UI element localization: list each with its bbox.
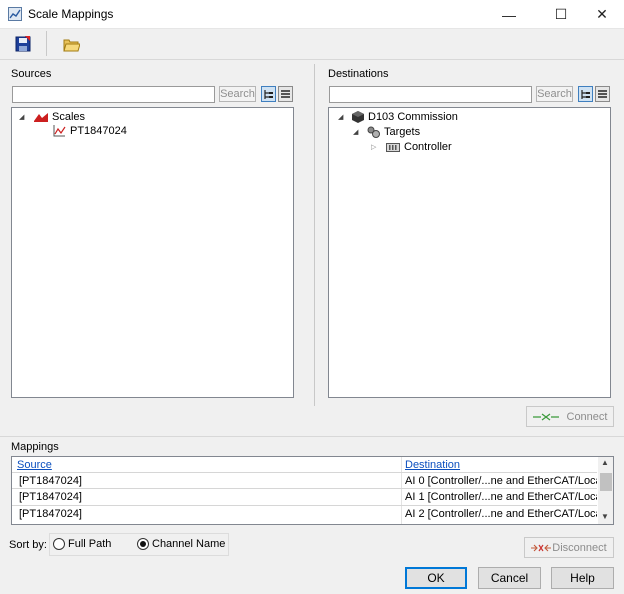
- destinations-search-input[interactable]: [329, 86, 532, 103]
- connect-icon: [532, 413, 559, 420]
- sort-by-label: Sort by:: [9, 539, 47, 551]
- sources-label: Sources: [11, 68, 52, 80]
- controller-icon: [386, 142, 400, 152]
- maximize-icon: ☐: [554, 6, 568, 22]
- scroll-up-icon[interactable]: ▲: [601, 458, 609, 467]
- sort-full-path-radio[interactable]: Full Path: [53, 538, 111, 550]
- close-button[interactable]: ✕: [579, 0, 624, 29]
- tree-view-icon: [581, 89, 590, 99]
- tree-node-label: Targets: [384, 126, 421, 138]
- row-separator: [12, 505, 597, 506]
- expanded-arrow-icon: ◢: [19, 114, 25, 121]
- scale-curve-icon: [53, 125, 66, 137]
- mappings-label: Mappings: [11, 441, 59, 453]
- tree-node-pt1847024[interactable]: PT1847024: [53, 125, 127, 137]
- destinations-search-button[interactable]: Search: [536, 86, 573, 102]
- minimize-icon: —: [502, 6, 516, 23]
- panel-splitter[interactable]: [314, 64, 315, 406]
- tree-view-icon: [264, 89, 273, 99]
- window-title: Scale Mappings: [28, 7, 114, 21]
- scrollbar-thumb[interactable]: [600, 473, 612, 491]
- scroll-down-icon[interactable]: ▼: [601, 512, 609, 521]
- sources-tree-view-button[interactable]: [261, 86, 276, 102]
- disconnect-button[interactable]: Disconnect: [524, 537, 614, 558]
- sources-tree[interactable]: [11, 107, 294, 398]
- scales-icon: [34, 112, 48, 122]
- header-separator: [12, 472, 597, 473]
- tree-node-label: Scales: [52, 111, 86, 123]
- open-folder-icon: [62, 39, 80, 51]
- tree-node-label: Controller: [404, 141, 452, 153]
- expanded-arrow-icon: ◢: [353, 129, 359, 136]
- save-button[interactable]: [12, 33, 34, 55]
- mapping-row-destination[interactable]: AI 0 [Controller/...ne and EtherCAT/Loca: [405, 475, 597, 487]
- list-view-icon: [281, 89, 290, 98]
- system-cube-icon: [352, 111, 364, 123]
- sources-list-view-button[interactable]: [278, 86, 293, 102]
- disconnect-icon: [531, 544, 552, 551]
- cancel-button[interactable]: Cancel: [478, 567, 541, 589]
- destinations-tree-view-button[interactable]: [578, 86, 593, 102]
- ok-button[interactable]: OK: [405, 567, 467, 589]
- toolbar-divider: [0, 59, 624, 60]
- open-button[interactable]: [60, 33, 82, 55]
- mapping-row-source[interactable]: [PT1847024]: [19, 491, 389, 503]
- mapping-row-source[interactable]: [PT1847024]: [19, 475, 389, 487]
- destinations-list-view-button[interactable]: [595, 86, 610, 102]
- connect-button[interactable]: Connect: [526, 406, 614, 427]
- help-button[interactable]: Help: [551, 567, 614, 589]
- targets-icon: [367, 126, 380, 138]
- tree-node-controller[interactable]: ▷ Controller: [371, 141, 452, 153]
- mapping-row-destination[interactable]: AI 2 [Controller/...ne and EtherCAT/Loca: [405, 508, 597, 520]
- destinations-label: Destinations: [328, 68, 389, 80]
- minimize-button[interactable]: —: [486, 0, 532, 29]
- list-view-icon: [598, 89, 607, 98]
- radio-selected-icon: [137, 538, 149, 550]
- row-separator: [12, 488, 597, 489]
- tree-node-label: D103 Commission: [368, 111, 458, 123]
- mapping-row-destination[interactable]: AI 1 [Controller/...ne and EtherCAT/Loca: [405, 491, 597, 503]
- sources-search-button[interactable]: Search: [219, 86, 256, 102]
- maximize-button[interactable]: ☐: [538, 0, 584, 29]
- tree-node-label: PT1847024: [70, 125, 127, 137]
- sources-search-input[interactable]: [12, 86, 215, 103]
- tree-node-d103-commission[interactable]: ◢ D103 Commission: [338, 111, 458, 123]
- save-icon: [15, 36, 31, 52]
- toolbar-separator: [46, 31, 47, 56]
- expanded-arrow-icon: ◢: [338, 114, 344, 121]
- mapping-row-source[interactable]: [PT1847024]: [19, 508, 389, 520]
- tree-node-targets[interactable]: ◢ Targets: [353, 126, 420, 138]
- radio-unselected-icon: [53, 538, 65, 550]
- collapsed-arrow-icon: ▷: [371, 144, 377, 151]
- scale-mappings-app-icon: [8, 7, 22, 21]
- column-divider: [401, 457, 402, 524]
- disconnect-label: Disconnect: [552, 541, 607, 554]
- mappings-divider: [0, 436, 624, 437]
- connect-label: Connect: [566, 410, 608, 423]
- destination-column-header[interactable]: Destination: [405, 459, 460, 471]
- tree-node-scales[interactable]: ◢ Scales: [19, 111, 85, 123]
- radio-label: Full Path: [68, 538, 112, 550]
- radio-label: Channel Name: [152, 538, 226, 550]
- source-column-header[interactable]: Source: [17, 459, 52, 471]
- close-icon: ✕: [596, 6, 608, 22]
- sort-channel-name-radio[interactable]: Channel Name: [137, 538, 225, 550]
